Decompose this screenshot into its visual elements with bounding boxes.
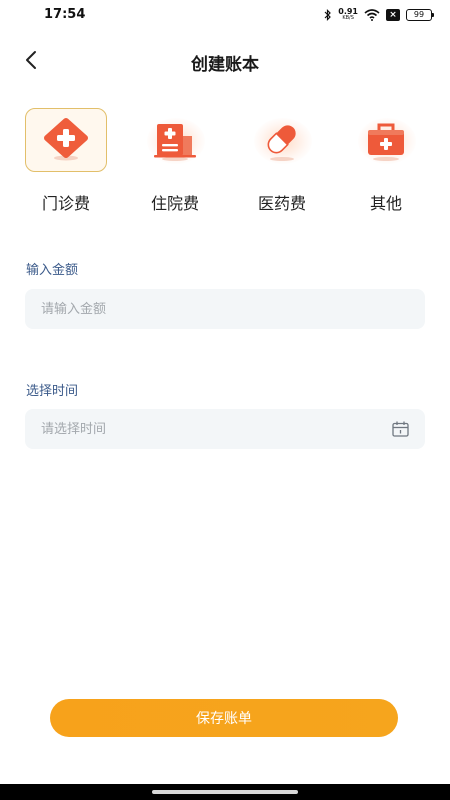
medical-cross-icon xyxy=(44,118,88,161)
no-sim-icon: × xyxy=(386,8,400,21)
page-title: 创建账本 xyxy=(191,55,259,75)
status-icons: 0.91 KB/S × 99 xyxy=(324,8,434,21)
category-tile xyxy=(25,108,107,172)
category-label: 其他 xyxy=(369,194,402,213)
status-time: 17:54 xyxy=(44,7,86,22)
category-tile xyxy=(134,108,216,172)
category-tile xyxy=(241,108,323,172)
status-bar: 17:54 0.91 KB/S × 99 xyxy=(0,0,450,30)
network-speed-unit: KB/S xyxy=(342,15,354,21)
create-ledger-screen: 17:54 0.91 KB/S × 99 创建账本 门诊费 住院费 医药费 其他… xyxy=(0,0,450,800)
category-label: 住院费 xyxy=(150,194,199,213)
pill-capsule-icon xyxy=(267,125,296,161)
hospital-building-icon xyxy=(154,124,196,161)
battery-level: 99 xyxy=(413,9,425,19)
category-tile xyxy=(345,108,427,172)
category-label: 门诊费 xyxy=(41,194,90,213)
network-speed: 0.91 KB/S xyxy=(338,8,358,21)
calendar-icon[interactable] xyxy=(392,421,409,437)
category-label: 医药费 xyxy=(257,194,306,213)
time-field[interactable] xyxy=(25,409,425,449)
battery-icon: 99 xyxy=(406,8,434,21)
amount-label: 输入金额 xyxy=(26,263,79,278)
time-input[interactable] xyxy=(41,409,381,449)
amount-field[interactable] xyxy=(25,289,425,329)
category-medicine[interactable]: 医药费 xyxy=(240,108,324,218)
category-outpatient[interactable]: 门诊费 xyxy=(24,108,108,218)
first-aid-kit-icon xyxy=(368,123,404,161)
system-navigation-bar xyxy=(0,784,450,800)
time-label: 选择时间 xyxy=(26,384,79,399)
header: 创建账本 xyxy=(0,40,450,80)
save-bill-button[interactable]: 保存账单 xyxy=(50,699,398,737)
category-inpatient[interactable]: 住院费 xyxy=(133,108,217,218)
category-other[interactable]: 其他 xyxy=(344,108,428,218)
home-indicator[interactable] xyxy=(152,790,298,794)
category-selector: 门诊费 住院费 医药费 其他 xyxy=(0,108,450,218)
amount-input[interactable] xyxy=(41,289,381,329)
bluetooth-icon xyxy=(324,8,332,21)
wifi-icon xyxy=(364,8,380,21)
